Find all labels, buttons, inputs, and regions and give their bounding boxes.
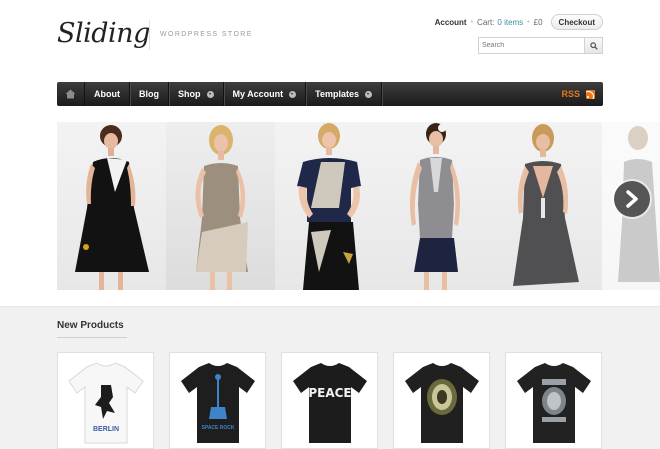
- site-logo[interactable]: Sliding: [57, 18, 150, 49]
- chevron-down-icon: [365, 90, 373, 98]
- search-input[interactable]: [479, 38, 584, 53]
- search-form: [478, 37, 603, 54]
- nav-item-label: Shop: [178, 89, 201, 99]
- section-title-underline: [57, 337, 127, 338]
- slide-model-beige-dress[interactable]: [166, 122, 275, 290]
- model-photo: [75, 125, 149, 290]
- chevron-right-icon: [626, 190, 638, 208]
- nav-item-label: My Account: [232, 89, 284, 99]
- cart-count-link[interactable]: 0 items: [497, 18, 523, 27]
- product-slider: [57, 122, 660, 290]
- tshirt-print-text: SPACE ROCK: [201, 425, 234, 431]
- nav-item-about[interactable]: About: [85, 82, 130, 106]
- chevron-down-icon: [206, 90, 214, 98]
- home-icon: [65, 89, 76, 99]
- product-card-graphic-tee[interactable]: [505, 352, 602, 449]
- product-card-space-rock-tee[interactable]: SPACE ROCK: [169, 352, 266, 449]
- nav-item-templates[interactable]: Templates: [306, 82, 383, 106]
- search-icon: [589, 41, 598, 50]
- model-photo: [195, 125, 248, 290]
- rss-label: RSS: [561, 89, 580, 99]
- account-link[interactable]: Account: [435, 18, 467, 27]
- tshirt-print-text: BERLIN: [92, 426, 118, 433]
- slider-next-button[interactable]: [614, 181, 650, 217]
- nav-item-shop[interactable]: Shop: [169, 82, 224, 106]
- section-title: New Products: [57, 320, 124, 331]
- slide-model-navy-colorblock-dress[interactable]: [275, 122, 384, 290]
- tshirt-image: [516, 362, 591, 443]
- nav-item-label: About: [94, 89, 120, 99]
- chevron-down-icon: [289, 90, 297, 98]
- logo-divider: [149, 20, 150, 50]
- slide-model-grey-navy-dress[interactable]: [384, 122, 493, 290]
- main-navigation: About Blog Shop My Account Templates RSS: [57, 82, 603, 106]
- cart-total: £0: [533, 17, 543, 27]
- top-account-bar: Account • Cart: 0 items • £0 Checkout: [435, 13, 603, 31]
- nav-item-blog[interactable]: Blog: [130, 82, 169, 106]
- checkout-button[interactable]: Checkout: [550, 14, 603, 30]
- tshirt-print-text: PEACE: [308, 386, 351, 400]
- model-photo: [410, 123, 460, 290]
- tshirt-image: [404, 362, 479, 443]
- product-card-berlin-tee[interactable]: BERLIN: [57, 352, 154, 449]
- search-button[interactable]: [584, 38, 602, 53]
- rss-icon: [586, 89, 595, 99]
- separator-dot: •: [527, 18, 530, 26]
- slide-model-black-white-dress[interactable]: [57, 122, 166, 290]
- product-card-emblem-tee[interactable]: [393, 352, 490, 449]
- tshirt-image: PEACE: [292, 362, 367, 443]
- model-photo: [297, 123, 361, 290]
- slide-model-grey-draped-dress[interactable]: [493, 122, 602, 290]
- model-photo: [513, 124, 579, 286]
- tshirt-image: SPACE ROCK: [180, 362, 255, 443]
- nav-item-label: Templates: [315, 89, 360, 99]
- nav-item-my-account[interactable]: My Account: [224, 82, 307, 106]
- nav-item-label: Blog: [139, 89, 159, 99]
- tshirt-image: BERLIN: [67, 361, 144, 443]
- cart-label[interactable]: Cart:: [477, 18, 494, 27]
- product-card-peace-tee[interactable]: PEACE: [281, 352, 378, 449]
- home-link[interactable]: [57, 82, 85, 106]
- site-tagline: WORDPRESS STORE: [160, 31, 253, 38]
- rss-link[interactable]: RSS: [561, 82, 595, 106]
- separator-dot: •: [470, 18, 474, 26]
